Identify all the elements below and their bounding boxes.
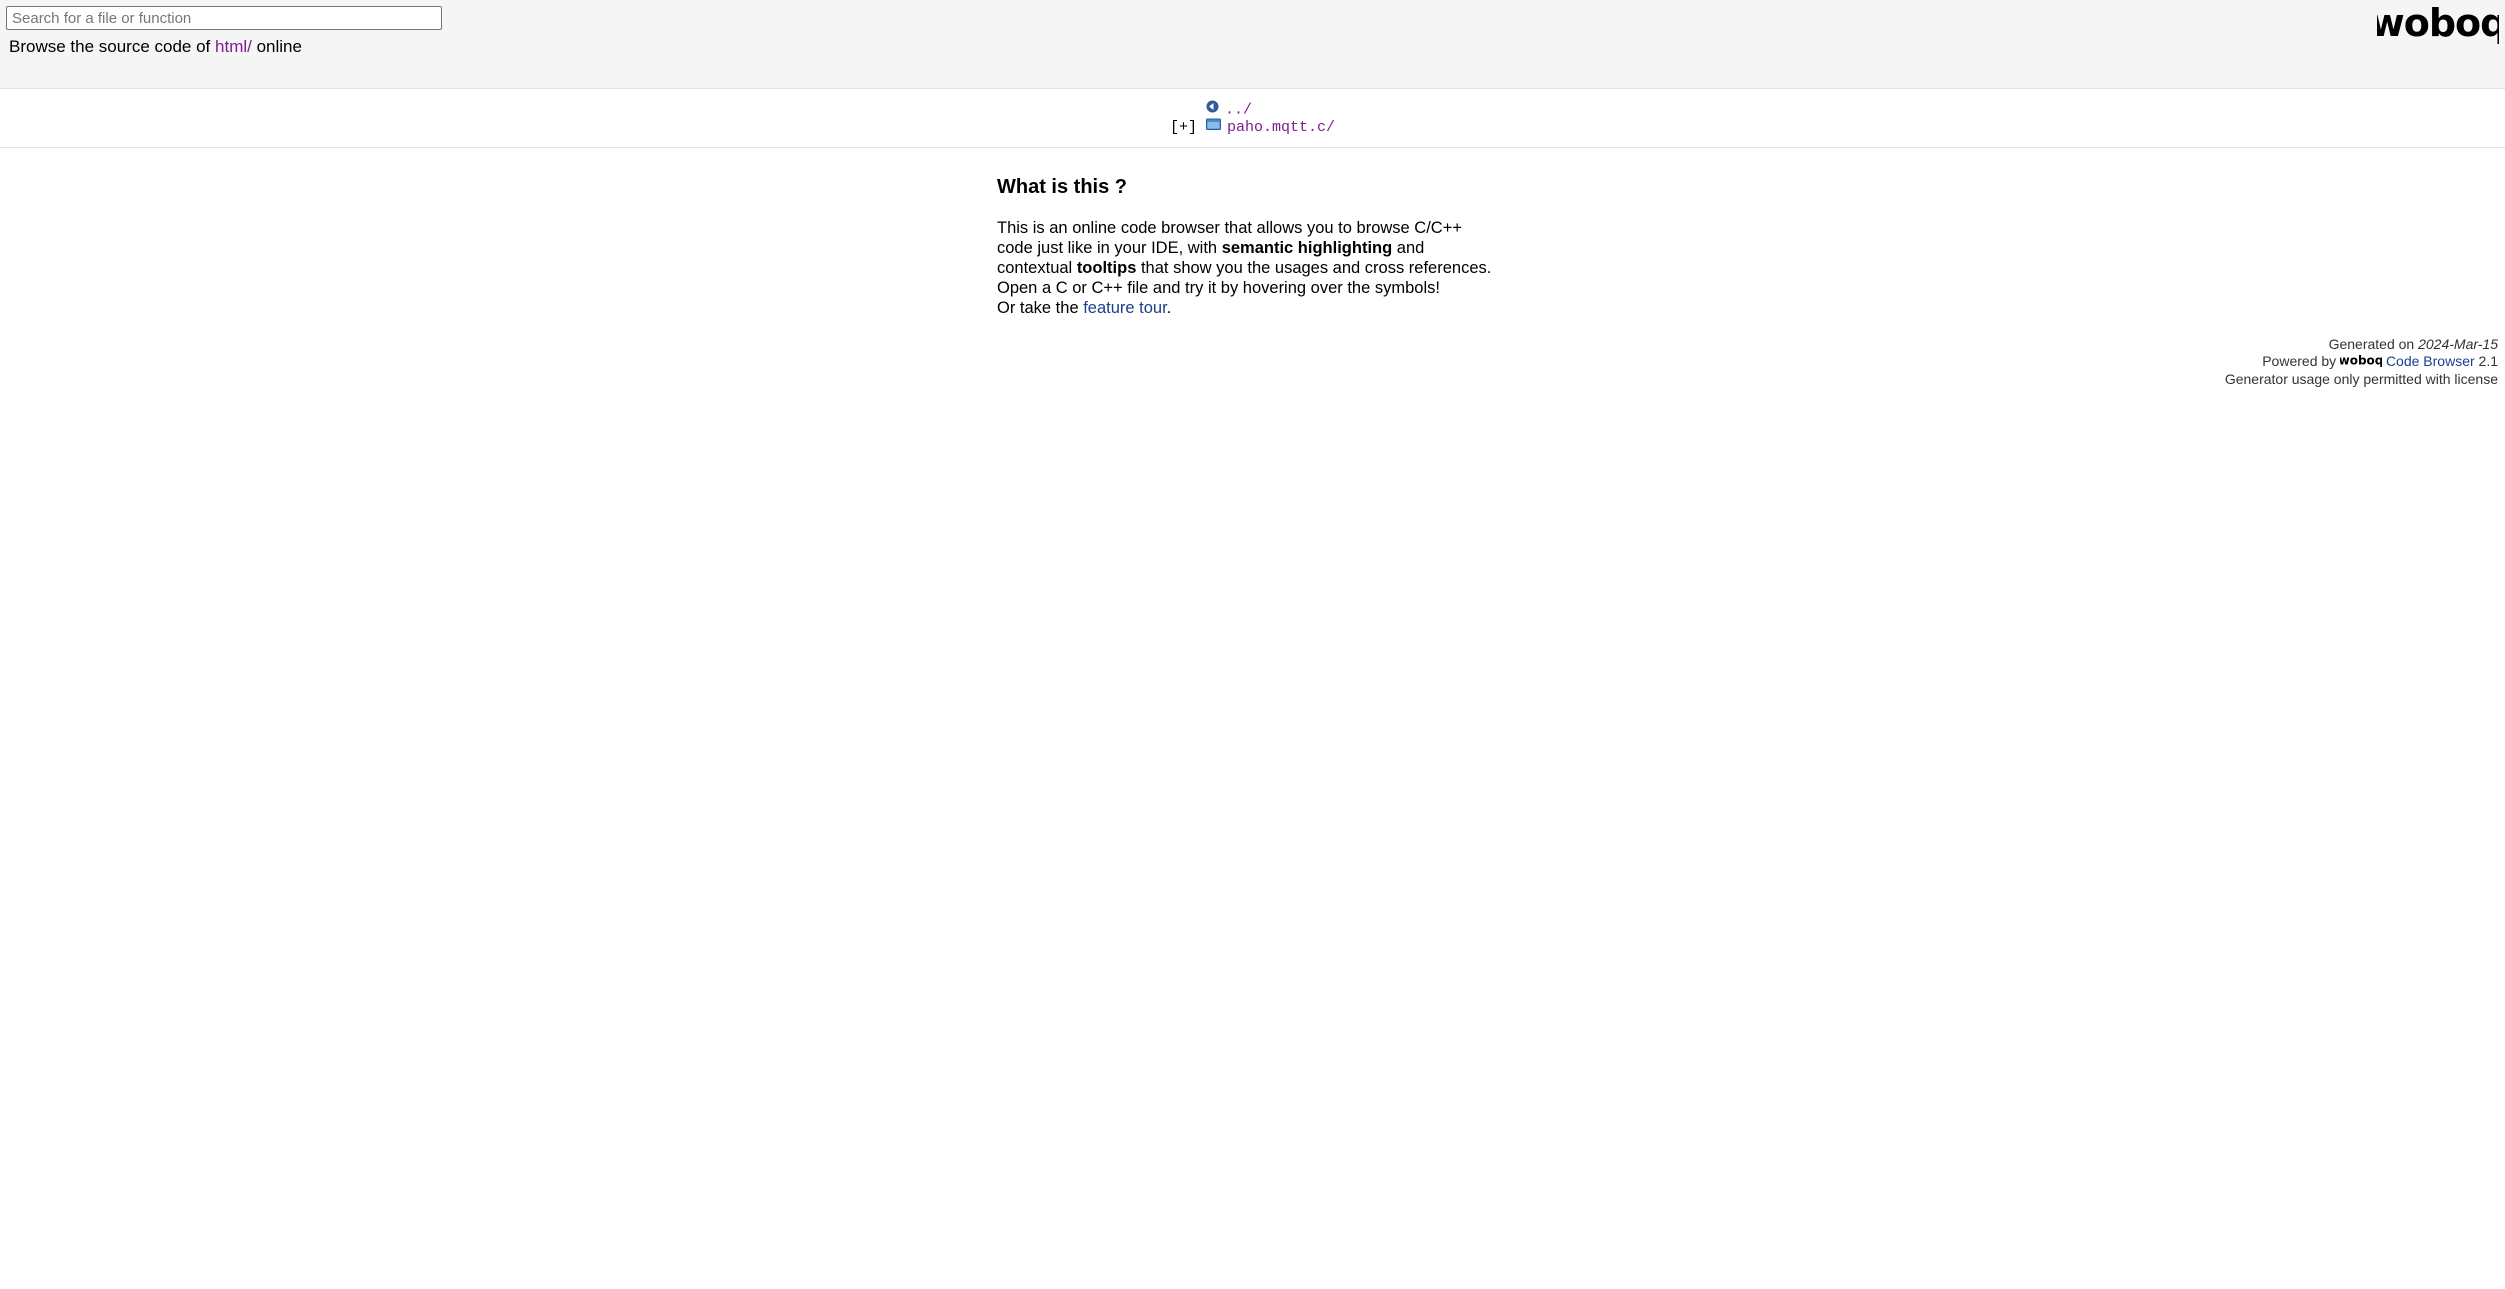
generated-label: Generated on: [2328, 336, 2419, 352]
page-header: Browse the source code of html/ online w…: [0, 0, 2505, 89]
info-line-3a: contextual: [997, 259, 1077, 277]
license-line: Generator usage only permitted with lice…: [2224, 370, 2498, 387]
parent-dir-link[interactable]: ../: [1225, 101, 1252, 118]
woboq-logo-graphic: woboq: [2370, 1, 2505, 45]
woboq-mini-logo: woboq: [2339, 353, 2384, 371]
back-arrow-icon: [1206, 100, 1219, 119]
html-root-link[interactable]: html/: [215, 37, 252, 56]
woboq-logo-text: woboq: [2377, 2, 2499, 45]
info-heading: What is this ?: [997, 176, 1127, 198]
feature-tour-link[interactable]: feature tour: [1083, 299, 1166, 317]
generated-date: 2024-Mar-15: [2418, 336, 2498, 352]
info-line-1: This is an online code browser that allo…: [997, 219, 1462, 237]
version-text: 2.1: [2474, 353, 2498, 369]
woboq-mini-logo-text: woboq: [2340, 354, 2382, 367]
info-line-2a: code just like in your IDE, with: [997, 239, 1222, 257]
folder-icon: [1206, 118, 1222, 136]
woboq-logo[interactable]: woboq: [2370, 1, 2505, 48]
info-line-4: Open a C or C++ file and try it by hover…: [997, 279, 1440, 297]
browse-suffix: online: [251, 37, 302, 56]
semantic-highlighting-text: semantic highlighting: [1221, 239, 1393, 257]
page-footer: Generated on 2024-Mar-15 Powered by wobo…: [2225, 336, 2498, 388]
powered-line: Powered by woboq Code Browser 2.1: [2225, 353, 2498, 371]
info-section: What is this ? This is an online code br…: [997, 174, 1557, 318]
parent-dir-row: ../: [1206, 100, 1252, 118]
folder-link-paho-mqtt-c[interactable]: paho.mqtt.c/: [1227, 119, 1335, 136]
tooltips-text: tooltips: [1076, 259, 1137, 277]
info-line-5a: Or take the: [997, 299, 1084, 317]
info-line-2b: and: [1392, 239, 1425, 257]
browse-caption: Browse the source code of html/ online: [9, 36, 302, 58]
expand-toggle[interactable]: [+]: [1170, 119, 1197, 136]
browse-prefix: Browse the source code of: [9, 37, 216, 56]
code-browser-link[interactable]: Code Browser: [2386, 353, 2475, 369]
generated-line: Generated on 2024-Mar-15: [2225, 336, 2498, 353]
info-line-3b: that show you the usages and cross refer…: [1136, 259, 1492, 277]
search-input[interactable]: [6, 6, 442, 30]
info-text: This is an online code browser that allo…: [997, 218, 1557, 318]
folder-row: [+] paho.mqtt.c/: [1170, 118, 1335, 136]
powered-label: Powered by: [2262, 353, 2341, 369]
directory-list: ../ [+] paho.mqtt.c/: [0, 88, 2505, 148]
info-line-5b: .: [1166, 299, 1172, 317]
